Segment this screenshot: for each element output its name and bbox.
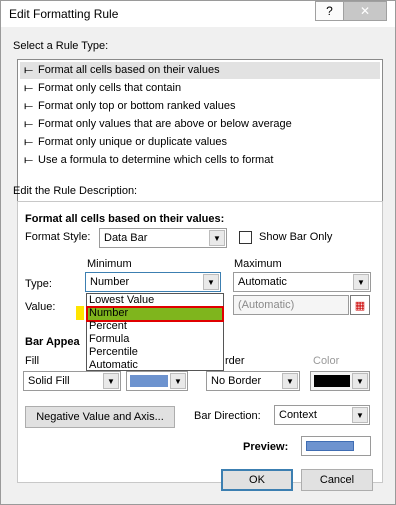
arrow-icon: ⟝ <box>24 64 34 76</box>
type-option-percentile[interactable]: Percentile <box>87 346 223 359</box>
arrow-icon: ⟝ <box>24 82 34 94</box>
chevron-down-icon[interactable]: ▼ <box>352 373 368 389</box>
arrow-icon: ⟝ <box>24 136 34 148</box>
bar-direction-label: Bar Direction: <box>194 410 261 422</box>
type-dropdown-list[interactable]: Lowest Value Number Percent Formula Perc… <box>86 293 224 371</box>
rule-type-item[interactable]: ⟝ Format only top or bottom ranked values <box>20 98 380 115</box>
rule-type-label: Format only unique or duplicate values <box>38 136 227 148</box>
bar-appearance-heading: Bar Appea <box>25 336 80 348</box>
chevron-down-icon[interactable]: ▼ <box>203 274 219 290</box>
rule-type-list[interactable]: ⟝ Format all cells based on their values … <box>17 59 383 203</box>
bar-direction-value: Context <box>279 409 317 421</box>
fill-label: Fill <box>25 355 40 367</box>
arrow-icon: ⟝ <box>24 154 34 166</box>
show-bar-only-label: Show Bar Only <box>259 231 333 243</box>
format-style-value: Data Bar <box>104 232 148 244</box>
rule-type-item[interactable]: ⟝ Format all cells based on their values <box>20 62 380 79</box>
chevron-down-icon[interactable]: ▼ <box>170 373 186 389</box>
minimum-type-value: Number <box>90 276 130 288</box>
rule-description-heading: Edit the Rule Description: <box>13 185 138 197</box>
rule-type-item[interactable]: ⟝ Use a formula to determine which cells … <box>20 152 380 169</box>
type-option-automatic[interactable]: Automatic <box>87 359 223 372</box>
rule-type-label: Format all cells based on their values <box>38 64 220 76</box>
show-bar-only-checkbox[interactable] <box>239 231 252 244</box>
highlight-marker <box>76 306 84 320</box>
border-color-picker[interactable]: ▼ <box>310 371 370 391</box>
fill-color-picker[interactable]: ▼ <box>126 371 188 391</box>
rule-type-label: Format only top or bottom ranked values <box>38 100 236 112</box>
help-button[interactable]: ? <box>315 1 343 21</box>
maximum-type-select[interactable]: Automatic ▼ <box>233 272 371 292</box>
arrow-icon: ⟝ <box>24 100 34 112</box>
preview-bar-fill <box>306 441 354 451</box>
maximum-label: Maximum <box>234 258 282 270</box>
type-option-formula[interactable]: Formula <box>87 333 223 346</box>
ok-button[interactable]: OK <box>221 469 293 491</box>
chevron-down-icon[interactable]: ▼ <box>353 274 369 290</box>
rule-type-label: Format only values that are above or bel… <box>38 118 292 130</box>
chevron-down-icon[interactable]: ▼ <box>282 373 298 389</box>
rule-type-item[interactable]: ⟝ Format only unique or duplicate values <box>20 134 380 151</box>
dialog-title: Edit Formatting Rule <box>9 7 119 21</box>
fill-type-value: Solid Fill <box>28 375 70 387</box>
maximum-value-placeholder: (Automatic) <box>238 299 295 311</box>
format-style-label: Format Style: <box>25 231 91 243</box>
type-option-percent[interactable]: Percent <box>87 320 223 333</box>
chevron-down-icon[interactable]: ▼ <box>209 230 225 246</box>
border-type-select[interactable]: No Border ▼ <box>206 371 300 391</box>
fill-color-swatch <box>130 375 168 387</box>
border-type-value: No Border <box>211 375 262 387</box>
close-button[interactable]: ✕ <box>343 1 387 21</box>
maximum-type-value: Automatic <box>238 276 287 288</box>
rule-type-label: Format only cells that contain <box>38 82 182 94</box>
dialog-content: Select a Rule Type: ⟝ Format all cells ba… <box>7 31 389 499</box>
maximum-value-input[interactable]: (Automatic) <box>233 295 349 315</box>
chevron-down-icon[interactable]: ▼ <box>352 407 368 423</box>
negative-value-axis-button[interactable]: Negative Value and Axis... <box>25 406 175 428</box>
format-style-select[interactable]: Data Bar ▼ <box>99 228 227 248</box>
panel-heading: Format all cells based on their values: <box>25 213 225 225</box>
border-color-label: Color <box>313 355 340 367</box>
edit-formatting-rule-dialog: Edit Formatting Rule ? ✕ Select a Rule T… <box>0 0 396 505</box>
value-label: Value: <box>25 301 56 313</box>
type-option-number[interactable]: Number <box>86 306 224 322</box>
preview-box <box>301 436 371 456</box>
preview-label: Preview: <box>243 441 289 453</box>
title-bar: Edit Formatting Rule ? ✕ <box>1 1 395 27</box>
type-option-lowest-value[interactable]: Lowest Value <box>87 294 223 307</box>
fill-type-select[interactable]: Solid Fill ▼ <box>23 371 121 391</box>
rule-type-item[interactable]: ⟝ Format only values that are above or be… <box>20 116 380 133</box>
rule-type-item[interactable]: ⟝ Format only cells that contain <box>20 80 380 97</box>
type-label: Type: <box>25 278 52 290</box>
rule-type-label: Use a formula to determine which cells t… <box>38 154 274 166</box>
range-picker-icon[interactable]: ▦ <box>350 295 370 315</box>
border-label: rder <box>225 355 245 367</box>
chevron-down-icon[interactable]: ▼ <box>103 373 119 389</box>
bar-direction-select[interactable]: Context ▼ <box>274 405 370 425</box>
cancel-button[interactable]: Cancel <box>301 469 373 491</box>
border-color-swatch <box>314 375 350 387</box>
rule-type-heading: Select a Rule Type: <box>13 40 109 52</box>
minimum-label: Minimum <box>87 258 132 270</box>
minimum-type-select[interactable]: Number ▼ <box>85 272 221 292</box>
arrow-icon: ⟝ <box>24 118 34 130</box>
